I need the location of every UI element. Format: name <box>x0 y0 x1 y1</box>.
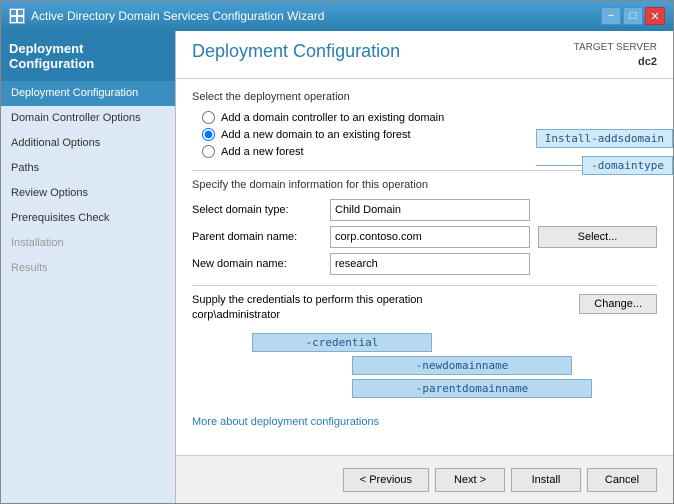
sidebar-item-deployment-config[interactable]: Deployment Configuration <box>1 81 175 106</box>
parent-domain-label: Parent domain name: <box>192 231 322 243</box>
radio-add-new-domain[interactable] <box>202 128 215 141</box>
main-header: Deployment Configuration TARGET SERVER d… <box>176 31 673 79</box>
sidebar-item-domain-controller-options[interactable]: Domain Controller Options <box>1 106 175 131</box>
radio-add-forest-label: Add a new forest <box>221 146 304 158</box>
callout-domaintype: -domaintype <box>582 156 673 175</box>
callout-annotations: Install-addsdomain -domaintype <box>536 129 673 175</box>
window-controls: − □ ✕ <box>601 7 665 25</box>
sidebar-header: Deployment Configuration <box>1 31 175 81</box>
radio-add-forest[interactable] <box>202 145 215 158</box>
select-button[interactable]: Select... <box>538 226 657 248</box>
domain-type-label: Select domain type: <box>192 204 322 216</box>
close-button[interactable]: ✕ <box>645 7 665 25</box>
minimize-button[interactable]: − <box>601 7 621 25</box>
main-window: Active Directory Domain Services Configu… <box>0 0 674 504</box>
param-box-group: -credential -newdomainname -parentdomain… <box>252 333 552 398</box>
main-panel: Deployment Configuration TARGET SERVER d… <box>176 31 673 503</box>
form-grid: Select domain type: Parent domain name: … <box>192 199 657 275</box>
change-button[interactable]: Change... <box>579 294 657 314</box>
window-title: Active Directory Domain Services Configu… <box>31 9 324 23</box>
param-annotations: -credential -newdomainname -parentdomain… <box>252 333 657 398</box>
param-credential: -credential <box>252 333 432 352</box>
radio-add-dc-row: Add a domain controller to an existing d… <box>202 111 657 124</box>
next-button[interactable]: Next > <box>435 468 505 492</box>
sidebar-item-results: Results <box>1 256 175 281</box>
param-newdomainname: -newdomainname <box>352 356 572 375</box>
sidebar-item-paths[interactable]: Paths <box>1 156 175 181</box>
target-server-info: TARGET SERVER dc2 <box>574 41 657 70</box>
credentials-left: Supply the credentials to perform this o… <box>192 294 423 325</box>
new-domain-label: New domain name: <box>192 258 322 270</box>
radio-add-dc[interactable] <box>202 111 215 124</box>
sidebar-item-additional-options[interactable]: Additional Options <box>1 131 175 156</box>
new-domain-input[interactable] <box>330 253 530 275</box>
maximize-button[interactable]: □ <box>623 7 643 25</box>
title-bar: Active Directory Domain Services Configu… <box>1 1 673 31</box>
credentials-label: Supply the credentials to perform this o… <box>192 294 423 306</box>
target-server-name: dc2 <box>574 55 657 70</box>
callout-domaintype-row: -domaintype <box>536 156 673 175</box>
credentials-area: Supply the credentials to perform this o… <box>192 294 657 325</box>
previous-button[interactable]: < Previous <box>343 468 429 492</box>
sidebar: Deployment Configuration Deployment Conf… <box>1 31 176 503</box>
main-body: Select the deployment operation Add a do… <box>176 79 673 455</box>
title-bar-left: Active Directory Domain Services Configu… <box>9 8 324 24</box>
parent-domain-input[interactable] <box>330 226 530 248</box>
more-link-area: More about deployment configurations <box>192 414 657 428</box>
page-title: Deployment Configuration <box>192 41 400 62</box>
domain-type-input[interactable] <box>330 199 530 221</box>
radio-add-new-domain-label: Add a new domain to an existing forest <box>221 129 411 141</box>
target-server-label: TARGET SERVER <box>574 42 657 53</box>
more-link[interactable]: More about deployment configurations <box>192 416 379 428</box>
callout-install-addsdomain: Install-addsdomain <box>536 129 673 148</box>
footer: < Previous Next > Install Cancel <box>176 455 673 503</box>
credentials-user: corp\administrator <box>192 309 423 321</box>
divider-2 <box>192 285 657 286</box>
callout-install-row: Install-addsdomain <box>536 129 673 148</box>
sidebar-item-review-options[interactable]: Review Options <box>1 181 175 206</box>
cancel-button[interactable]: Cancel <box>587 468 657 492</box>
app-icon <box>9 8 25 24</box>
radio-add-dc-label: Add a domain controller to an existing d… <box>221 112 444 124</box>
install-button[interactable]: Install <box>511 468 581 492</box>
content-area: Deployment Configuration Deployment Conf… <box>1 31 673 503</box>
param-parentdomainname: -parentdomainname <box>352 379 592 398</box>
sidebar-item-prerequisites-check[interactable]: Prerequisites Check <box>1 206 175 231</box>
domain-info-label: Specify the domain information for this … <box>192 179 657 191</box>
sidebar-item-installation: Installation <box>1 231 175 256</box>
deployment-operation-label: Select the deployment operation <box>192 91 657 103</box>
